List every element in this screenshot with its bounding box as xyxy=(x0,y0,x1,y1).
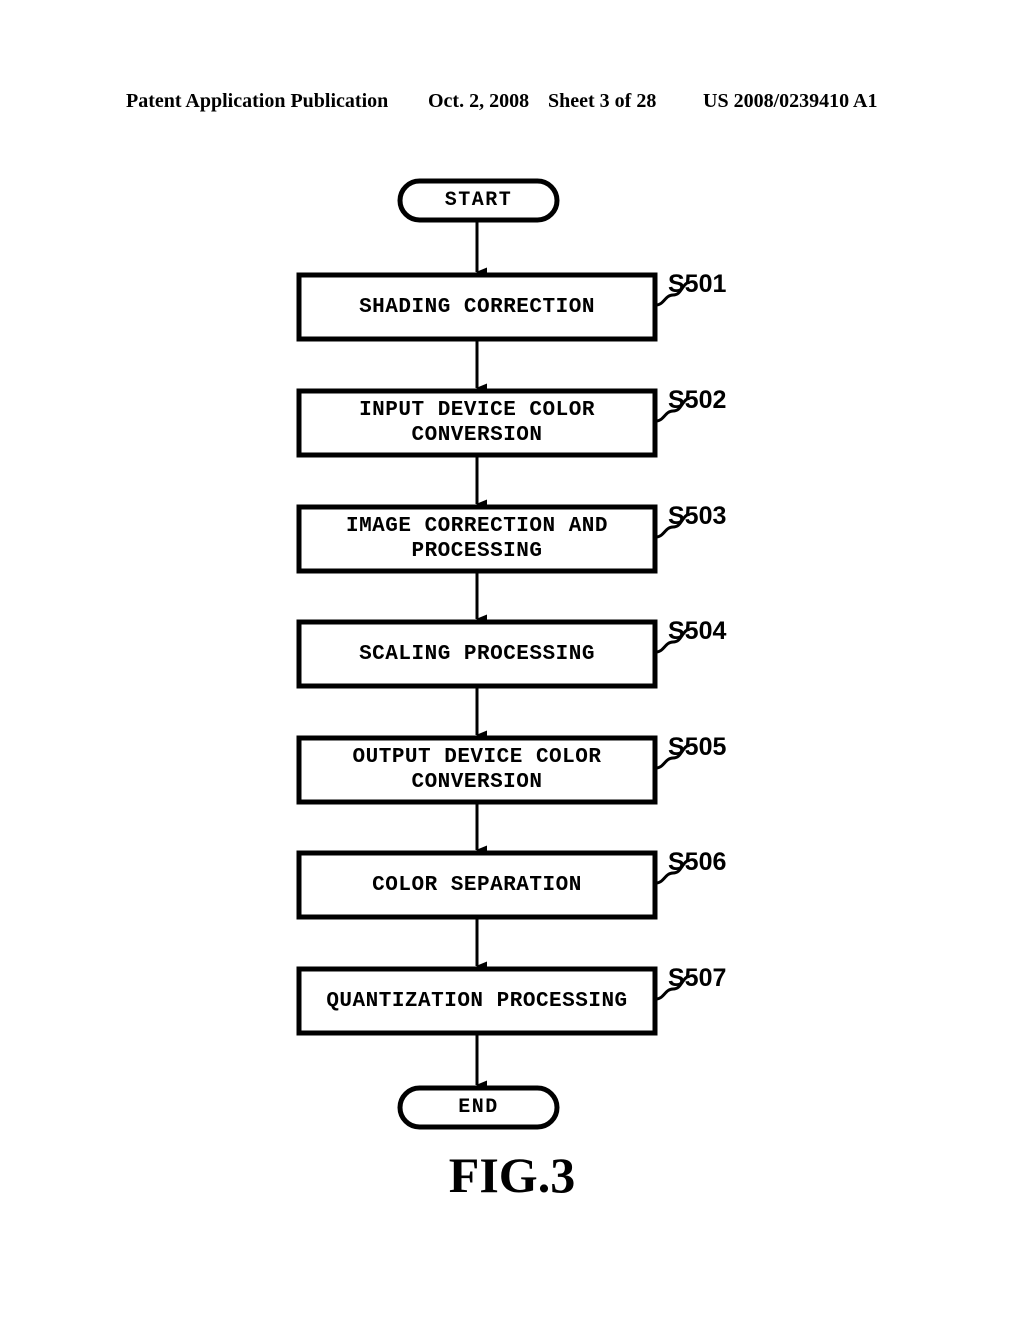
step-label-s501: SHADING CORRECTION xyxy=(359,295,595,319)
figure-caption: FIG.3 xyxy=(448,1147,576,1203)
step-id-s503: S503 xyxy=(668,502,727,530)
step-label-s505: OUTPUT DEVICE COLOR CONVERSION xyxy=(352,746,602,794)
step-label-s507: QUANTIZATION PROCESSING xyxy=(326,989,628,1013)
end-node-label: END xyxy=(458,1096,499,1119)
step-id-s506: S506 xyxy=(668,848,727,876)
step-id-s505: S505 xyxy=(668,733,727,761)
step-label-s504: SCALING PROCESSING xyxy=(359,642,595,666)
step-label-s503: IMAGE CORRECTION AND PROCESSING xyxy=(345,515,609,563)
start-node-label: START xyxy=(444,189,513,212)
step-id-s501: S501 xyxy=(668,270,727,298)
step-id-s507: S507 xyxy=(668,964,727,992)
step-id-s504: S504 xyxy=(668,617,727,645)
step-label-s506: COLOR SEPARATION xyxy=(372,873,582,897)
flowchart-diagram: START END SHADING CORRECTION INPUT DEVIC… xyxy=(0,0,1024,1320)
step-label-s502: INPUT DEVICE COLOR CONVERSION xyxy=(359,399,595,447)
step-id-s502: S502 xyxy=(668,386,727,414)
